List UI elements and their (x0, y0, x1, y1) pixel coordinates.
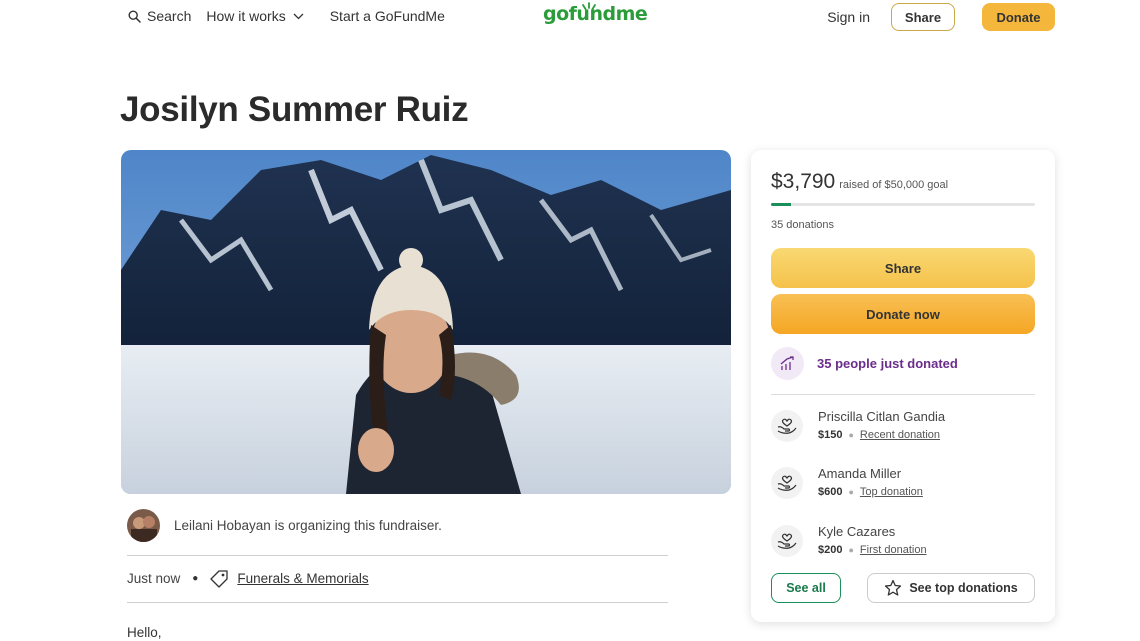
separator-dot: ● (192, 573, 199, 584)
donor-details: Kyle Cazares $200 ● First donation (818, 524, 927, 556)
donor-details: Priscilla Citlan Gandia $150 ● Recent do… (818, 409, 945, 441)
card-divider (771, 394, 1035, 395)
just-donated-row: 35 people just donated (771, 347, 958, 380)
donor-sub: $600 ● Top donation (818, 486, 923, 498)
see-top-donations-label: See top donations (909, 581, 1018, 595)
logo-rays-icon (582, 2, 596, 10)
how-it-works-menu[interactable]: How it works (206, 8, 304, 24)
donor-item: Kyle Cazares $200 ● First donation (771, 524, 927, 557)
divider (127, 602, 668, 603)
separator-dot: ● (848, 487, 854, 497)
sign-in-link[interactable]: Sign in (827, 9, 870, 25)
see-all-button[interactable]: See all (771, 573, 841, 603)
category-link[interactable]: Funerals & Memorials (237, 571, 368, 586)
donor-details: Amanda Miller $600 ● Top donation (818, 466, 923, 498)
hands-heart-icon (771, 410, 803, 442)
hands-heart-icon (771, 467, 803, 499)
share-button-top[interactable]: Share (891, 3, 955, 31)
donation-count: 35 donations (771, 219, 834, 231)
donor-item: Amanda Miller $600 ● Top donation (771, 466, 923, 499)
donation-card: $3,790 raised of $50,000 goal 35 donatio… (751, 150, 1055, 622)
share-button[interactable]: Share (771, 248, 1035, 288)
donate-button-top[interactable]: Donate (982, 3, 1055, 31)
divider (127, 555, 668, 556)
search-icon (128, 9, 141, 23)
donor-sub: $150 ● Recent donation (818, 429, 945, 441)
start-gofundme-link[interactable]: Start a GoFundMe (330, 8, 445, 24)
separator-dot: ● (848, 430, 854, 440)
see-top-donations-button[interactable]: See top donations (867, 573, 1035, 603)
search-link[interactable]: Search (128, 8, 191, 24)
chevron-down-icon (293, 13, 304, 19)
donor-item: Priscilla Citlan Gandia $150 ● Recent do… (771, 409, 945, 442)
donor-tag-link[interactable]: Recent donation (860, 429, 940, 441)
created-time: Just now (127, 571, 181, 586)
raised-summary: $3,790 raised of $50,000 goal (771, 170, 948, 194)
just-donated-text: 35 people just donated (817, 356, 958, 371)
nav-left: Search How it works Start a GoFundMe (128, 8, 460, 24)
donor-name: Kyle Cazares (818, 524, 896, 539)
separator-dot: ● (848, 545, 854, 555)
star-icon (885, 579, 902, 596)
donate-now-button[interactable]: Donate now (771, 294, 1035, 334)
goal-text: raised of $50,000 goal (839, 179, 949, 191)
tag-icon (210, 570, 228, 588)
donor-sub: $200 ● First donation (818, 544, 927, 556)
donor-amount: $600 (818, 486, 843, 498)
hands-heart-icon (771, 525, 803, 557)
donor-tag-link[interactable]: First donation (860, 544, 927, 556)
start-gofundme-label: Start a GoFundMe (329, 8, 445, 24)
avatar (127, 509, 160, 542)
campaign-photo (121, 150, 731, 494)
donor-name: Priscilla Citlan Gandia (818, 409, 946, 424)
organizer-row: Leilani Hobayan is organizing this fundr… (127, 509, 442, 542)
how-it-works-label: How it works (206, 8, 286, 24)
trend-up-icon (771, 347, 804, 380)
search-label: Search (147, 8, 192, 24)
story-text: Hello, (127, 625, 162, 640)
donor-amount: $150 (818, 429, 843, 441)
raised-amount: $3,790 (771, 170, 836, 193)
donor-name: Amanda Miller (818, 466, 902, 481)
top-nav: Search How it works Start a GoFundMe gof… (0, 0, 1140, 34)
progress-bar (771, 203, 1035, 206)
page-title: Josilyn Summer Ruiz (120, 90, 469, 129)
donor-amount: $200 (818, 544, 843, 556)
meta-row: Just now ● Funerals & Memorials (127, 569, 369, 588)
donor-tag-link[interactable]: Top donation (860, 486, 923, 498)
progress-fill (771, 203, 791, 206)
nav-right: Sign in Share Donate (827, 3, 1055, 31)
organizer-text: Leilani Hobayan is organizing this fundr… (174, 518, 442, 533)
